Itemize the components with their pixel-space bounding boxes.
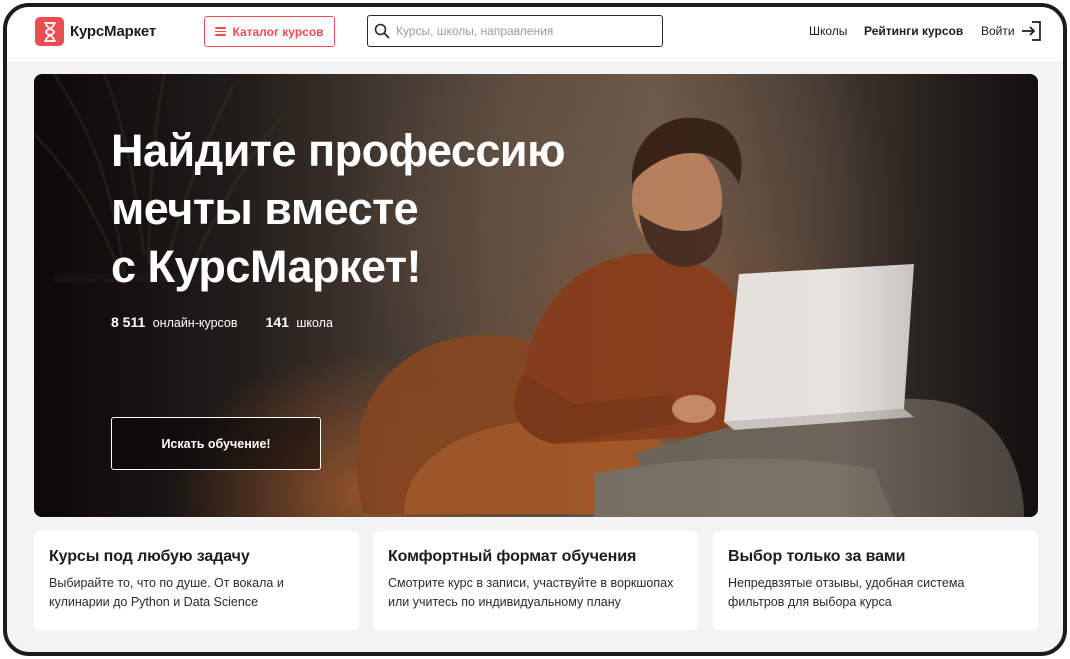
feature-title: Выбор только за вами (728, 548, 906, 565)
hero-banner: Найдите профессию мечты вместе с КурсМар… (34, 74, 1038, 517)
feature-text: Смотрите курс в записи, участвуйте в вор… (388, 576, 674, 609)
login-label: Войти (981, 24, 1015, 38)
feature-text: Выбирайте то, что по душе. От вокала и к… (49, 576, 284, 609)
hero-title-line: мечты вместе (111, 183, 419, 234)
feature-text: Непредвзятые отзывы, удобная система фил… (728, 576, 965, 609)
feature-card: Курсы под любую задачу Выбирайте то, что… (34, 531, 359, 630)
feature-title: Курсы под любую задачу (49, 548, 250, 565)
brand-name: КурсМаркет (70, 23, 156, 40)
search-courses-button[interactable]: Искать обучение! (111, 417, 321, 470)
stat-value: 141 (265, 314, 289, 330)
login-button[interactable]: Войти (981, 19, 1043, 43)
search-input[interactable] (396, 24, 646, 38)
catalog-button-label: Каталог курсов (232, 24, 324, 39)
login-icon (1021, 21, 1041, 41)
feature-card: Комфортный формат обучения Смотрите курс… (373, 531, 698, 630)
nav-ratings-link[interactable]: Рейтинги курсов (864, 24, 963, 38)
stat-label: школа (296, 316, 333, 330)
catalog-button[interactable]: Каталог курсов (204, 16, 335, 47)
feature-card: Выбор только за вами Непредвзятые отзывы… (713, 531, 1038, 630)
logo-mark-icon (35, 17, 64, 46)
site-header: КурсМаркет Каталог курсов Школы Рейтинги… (7, 7, 1063, 63)
hero-title: Найдите профессию мечты вместе с КурсМар… (111, 122, 631, 296)
hero-title-line: с КурсМаркет! (111, 241, 421, 292)
nav-schools-link[interactable]: Школы (809, 24, 847, 38)
stat-value: 8 511 (111, 314, 146, 330)
logo[interactable]: КурсМаркет (35, 17, 156, 46)
stat-schools: 141 школа (266, 314, 333, 332)
stat-courses: 8 511 онлайн-курсов (111, 314, 238, 332)
stat-label: онлайн-курсов (152, 316, 238, 330)
feature-title: Комфортный формат обучения (388, 548, 637, 565)
search-icon (374, 23, 390, 39)
menu-icon (215, 27, 227, 36)
search-box (367, 15, 663, 47)
hero-title-line: Найдите профессию (111, 125, 566, 176)
hero-stats: 8 511 онлайн-курсов 141 школа (111, 314, 333, 332)
browser-frame: КурсМаркет Каталог курсов Школы Рейтинги… (3, 3, 1067, 656)
